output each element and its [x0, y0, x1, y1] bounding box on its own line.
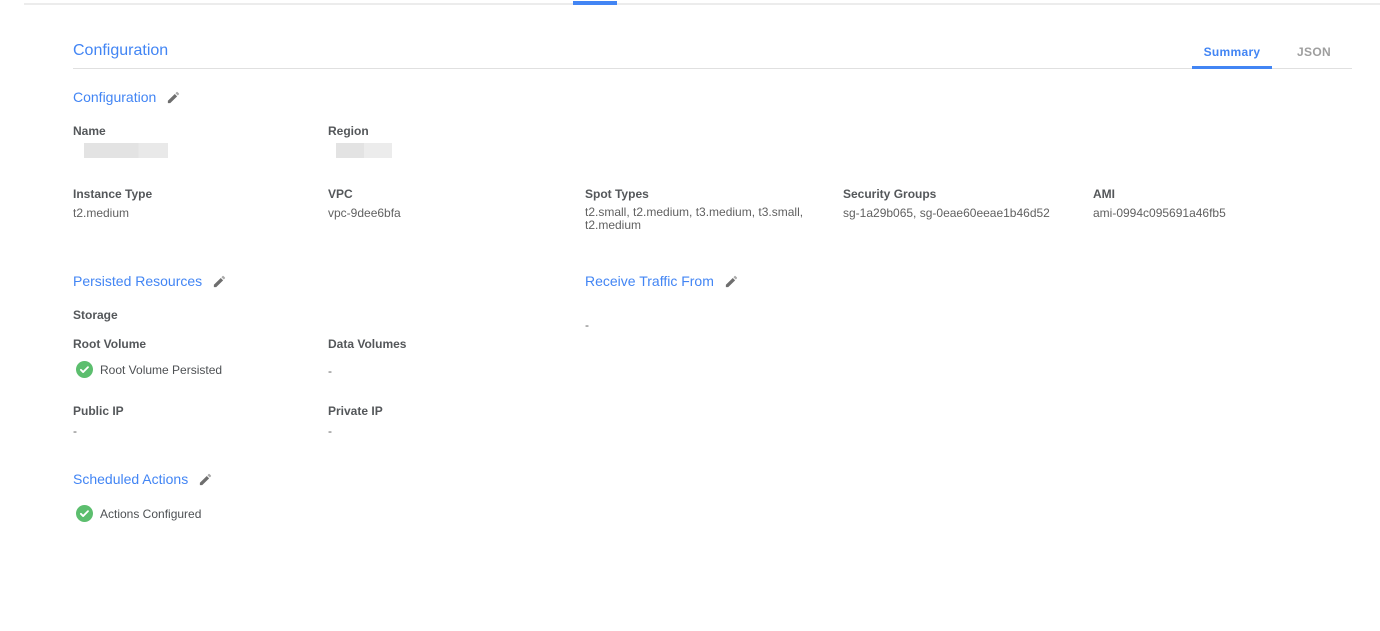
- edit-scheduled-actions-pencil-icon[interactable]: [198, 472, 213, 487]
- persisted-resources-section-heading: Persisted Resources: [73, 273, 227, 289]
- persisted-resources-title: Persisted Resources: [73, 273, 202, 289]
- private-ip-value: -: [328, 424, 332, 438]
- public-ip-label: Public IP: [73, 404, 124, 418]
- ami-field: AMI ami-0994c095691a46fb5: [1093, 187, 1226, 220]
- region-value-redacted: [336, 143, 392, 158]
- receive-traffic-value: -: [585, 318, 589, 332]
- scheduled-actions-status: Actions Configured: [76, 505, 201, 522]
- spot-types-value: t2.small, t2.medium, t3.medium, t3.small…: [585, 206, 817, 232]
- storage-subheading-wrap: Storage: [73, 308, 118, 322]
- private-ip-field: Private IP: [328, 404, 383, 418]
- scheduled-actions-status-text: Actions Configured: [100, 507, 201, 521]
- name-label: Name: [73, 124, 106, 138]
- configuration-summary-page: Configuration Summary JSON Configuration…: [0, 0, 1380, 631]
- configuration-section-heading: Configuration: [73, 89, 181, 105]
- page-title: Configuration: [73, 42, 168, 60]
- scheduled-actions-title: Scheduled Actions: [73, 471, 188, 487]
- top-divider: [24, 3, 1380, 5]
- instance-type-value: t2.medium: [73, 206, 152, 220]
- storage-subheading: Storage: [73, 308, 118, 322]
- ami-value: ami-0994c095691a46fb5: [1093, 206, 1226, 220]
- spot-types-field: Spot Types t2.small, t2.medium, t3.mediu…: [585, 187, 817, 232]
- region-field: Region: [328, 124, 369, 138]
- vpc-value: vpc-9dee6bfa: [328, 206, 401, 220]
- edit-configuration-pencil-icon[interactable]: [166, 90, 181, 105]
- tab-json[interactable]: JSON: [1283, 45, 1345, 59]
- public-ip-value: -: [73, 424, 77, 438]
- region-label: Region: [328, 124, 369, 138]
- scheduled-actions-section-heading: Scheduled Actions: [73, 471, 213, 487]
- root-volume-label: Root Volume: [73, 337, 146, 351]
- public-ip-field: Public IP: [73, 404, 124, 418]
- name-field: Name: [73, 124, 106, 138]
- top-active-tab-indicator: [573, 1, 617, 5]
- vpc-label: VPC: [328, 187, 401, 201]
- summary-tab-underline: [1192, 66, 1272, 69]
- instance-type-field: Instance Type t2.medium: [73, 187, 152, 220]
- vpc-field: VPC vpc-9dee6bfa: [328, 187, 401, 220]
- data-volumes-label: Data Volumes: [328, 337, 406, 351]
- edit-persisted-resources-pencil-icon[interactable]: [212, 274, 227, 289]
- root-volume-status-text: Root Volume Persisted: [100, 363, 222, 377]
- receive-traffic-title: Receive Traffic From: [585, 273, 714, 289]
- ami-label: AMI: [1093, 187, 1226, 201]
- check-circle-icon: [76, 505, 93, 522]
- spot-types-label: Spot Types: [585, 187, 817, 201]
- data-volumes-field: Data Volumes: [328, 337, 406, 351]
- name-value-redacted: [84, 143, 168, 158]
- root-volume-status: Root Volume Persisted: [76, 361, 222, 378]
- header-divider: [73, 68, 1352, 69]
- tab-summary[interactable]: Summary: [1192, 45, 1272, 59]
- security-groups-label: Security Groups: [843, 187, 1050, 201]
- root-volume-field: Root Volume: [73, 337, 146, 351]
- private-ip-label: Private IP: [328, 404, 383, 418]
- receive-traffic-section-heading: Receive Traffic From: [585, 273, 739, 289]
- security-groups-value: sg-1a29b065, sg-0eae60eeae1b46d52: [843, 206, 1050, 220]
- edit-receive-traffic-pencil-icon[interactable]: [724, 274, 739, 289]
- check-circle-icon: [76, 361, 93, 378]
- instance-type-label: Instance Type: [73, 187, 152, 201]
- data-volumes-value: -: [328, 364, 332, 378]
- configuration-section-title: Configuration: [73, 89, 156, 105]
- security-groups-field: Security Groups sg-1a29b065, sg-0eae60ee…: [843, 187, 1050, 220]
